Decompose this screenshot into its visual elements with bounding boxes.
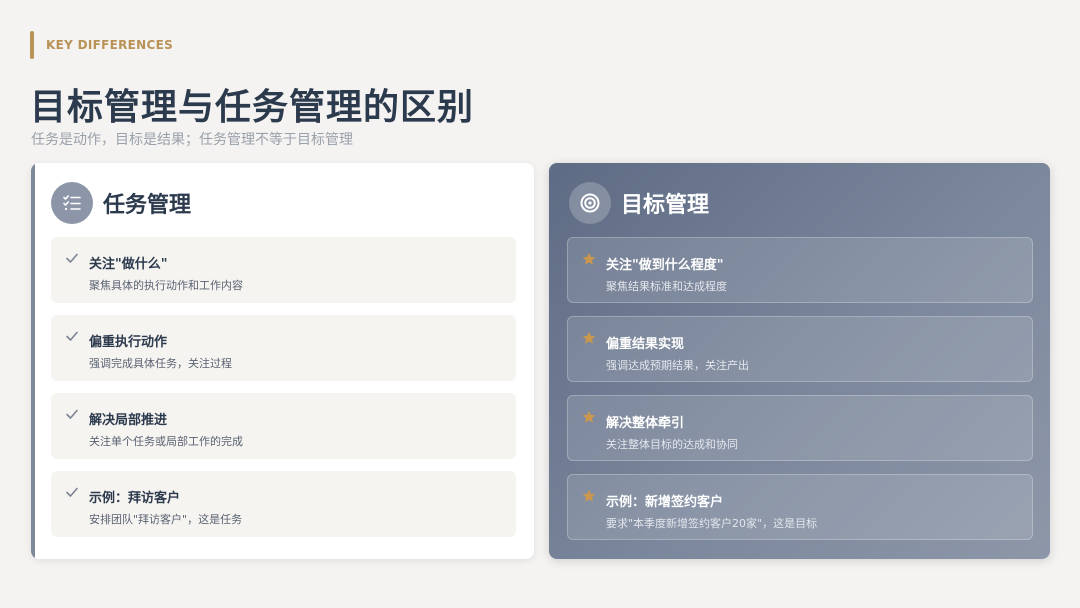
task-management-card: 任务管理 关注"做什么" 聚焦具体的执行动作和工作内容 偏重执行动作 强调完成具… [31, 163, 534, 559]
task-item: 关注"做什么" 聚焦具体的执行动作和工作内容 [51, 237, 516, 303]
goal-item-title: 解决整体牵引 [606, 416, 685, 431]
slide: KEY DIFFERENCES 目标管理与任务管理的区别 任务是动作，目标是结果… [0, 0, 1080, 608]
kicker-label: KEY DIFFERENCES [46, 38, 174, 52]
check-icon [64, 406, 80, 422]
goal-item-title: 示例：新增签约客户 [606, 495, 724, 510]
goal-management-card: 目标管理 关注"做到什么程度" 聚焦结果标准和达成程度 偏重结果实现 强调达成预… [549, 163, 1050, 559]
kicker-accent-bar [30, 31, 34, 59]
goal-item-desc: 关注整体目标的达成和协同 [606, 438, 738, 451]
goal-item: 偏重结果实现 强调达成预期结果，关注产出 [567, 316, 1033, 382]
task-item-title: 示例：拜访客户 [89, 491, 181, 506]
star-icon [581, 330, 597, 346]
task-item-desc: 聚焦具体的执行动作和工作内容 [89, 279, 243, 292]
check-icon [64, 328, 80, 344]
goal-item-title: 关注"做到什么程度" [606, 258, 724, 273]
star-icon [581, 488, 597, 504]
task-item-desc: 强调完成具体任务，关注过程 [89, 357, 232, 370]
check-icon [64, 484, 80, 500]
check-icon [64, 250, 80, 266]
checklist-icon [51, 182, 93, 224]
star-icon [581, 251, 597, 267]
task-item: 解决局部推进 关注单个任务或局部工作的完成 [51, 393, 516, 459]
task-item: 偏重执行动作 强调完成具体任务，关注过程 [51, 315, 516, 381]
task-item-desc: 安排团队"拜访客户"，这是任务 [89, 513, 243, 526]
task-card-title: 任务管理 [103, 193, 192, 218]
task-item-title: 解决局部推进 [89, 413, 168, 428]
goal-item-desc: 强调达成预期结果，关注产出 [606, 359, 749, 372]
task-item-title: 偏重执行动作 [89, 335, 168, 350]
task-item: 示例：拜访客户 安排团队"拜访客户"，这是任务 [51, 471, 516, 537]
task-card-header: 任务管理 [51, 182, 191, 224]
target-icon [569, 182, 611, 224]
task-item-title: 关注"做什么" [89, 257, 168, 272]
page-subtitle: 任务是动作，目标是结果；任务管理不等于目标管理 [31, 132, 353, 148]
goal-item: 示例：新增签约客户 要求"本季度新增签约客户20家"，这是目标 [567, 474, 1033, 540]
goal-item-desc: 聚焦结果标准和达成程度 [606, 280, 727, 293]
task-item-desc: 关注单个任务或局部工作的完成 [89, 435, 243, 448]
goal-card-title: 目标管理 [621, 193, 710, 218]
star-icon [581, 409, 597, 425]
goal-card-header: 目标管理 [569, 182, 709, 224]
goal-item: 关注"做到什么程度" 聚焦结果标准和达成程度 [567, 237, 1033, 303]
page-title: 目标管理与任务管理的区别 [30, 87, 475, 128]
section-kicker: KEY DIFFERENCES [30, 31, 173, 59]
goal-item: 解决整体牵引 关注整体目标的达成和协同 [567, 395, 1033, 461]
goal-item-title: 偏重结果实现 [606, 337, 685, 352]
goal-item-desc: 要求"本季度新增签约客户20家"，这是目标 [606, 517, 818, 530]
